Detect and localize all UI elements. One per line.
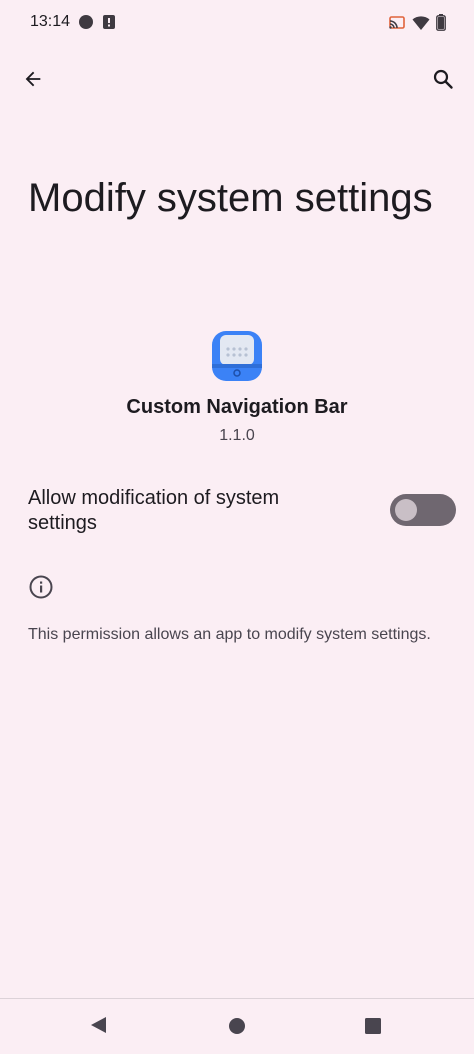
search-button[interactable] (420, 56, 466, 102)
arrow-back-icon (22, 68, 44, 90)
app-version: 1.1.0 (219, 427, 255, 444)
top-app-bar (0, 56, 474, 104)
system-navigation-bar (0, 998, 474, 1054)
status-system-icons (388, 14, 446, 31)
permission-description: This permission allows an app to modify … (28, 626, 431, 643)
status-time: 13:14 (30, 13, 71, 30)
search-icon (431, 67, 455, 91)
alert-notification-icon (102, 14, 116, 30)
app-name: Custom Navigation Bar (126, 396, 348, 418)
allow-modification-toggle[interactable] (390, 494, 456, 526)
toggle-thumb (395, 499, 417, 521)
setting-label: Allow modification of system settings (28, 487, 280, 534)
status-notification-icons (78, 14, 116, 30)
circle-notification-icon (78, 14, 94, 30)
nav-back-icon[interactable] (88, 1015, 108, 1035)
cast-icon (388, 15, 406, 31)
nav-recents-icon[interactable] (364, 1017, 382, 1035)
nav-home-icon[interactable] (228, 1017, 246, 1035)
status-bar: 13:14 (0, 0, 474, 46)
info-icon (28, 574, 54, 600)
custom-navigation-bar-app-icon (212, 331, 262, 381)
wifi-icon (412, 15, 430, 31)
back-button[interactable] (10, 56, 56, 102)
battery-icon (436, 14, 446, 31)
allow-modification-setting-row[interactable]: Allow modification of system settings (0, 478, 474, 544)
page-title: Modify system settings (28, 176, 433, 220)
